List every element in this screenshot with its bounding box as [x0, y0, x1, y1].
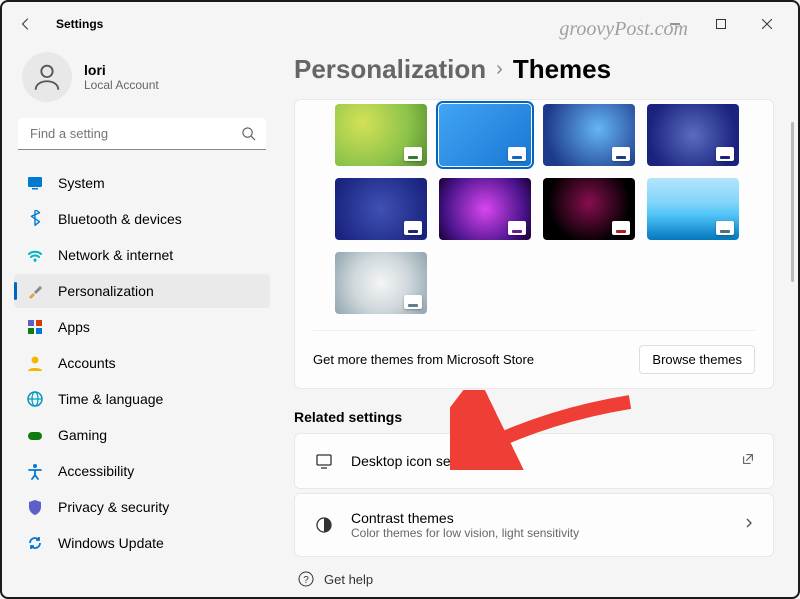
svg-text:?: ?	[303, 575, 309, 586]
theme-thumbnail[interactable]	[335, 178, 427, 240]
sidebar-item-system[interactable]: System	[14, 166, 270, 200]
breadcrumb-current: Themes	[513, 54, 611, 85]
theme-swatch	[612, 221, 630, 235]
maximize-button[interactable]	[698, 8, 744, 40]
minimize-icon	[670, 19, 680, 29]
theme-thumbnail[interactable]	[439, 178, 531, 240]
display-icon	[26, 174, 44, 192]
theme-thumbnail[interactable]	[543, 178, 635, 240]
theme-thumbnail[interactable]	[335, 252, 427, 314]
bluetooth-icon	[26, 210, 44, 228]
person-icon	[26, 354, 44, 372]
shield-icon	[26, 498, 44, 516]
globe-icon	[26, 390, 44, 408]
gamepad-icon	[26, 426, 44, 444]
theme-thumbnail[interactable]	[647, 178, 739, 240]
sidebar-item-label: Gaming	[58, 427, 107, 443]
theme-thumbnail[interactable]	[647, 104, 739, 166]
get-help-label: Get help	[324, 572, 373, 587]
breadcrumb-parent[interactable]: Personalization	[294, 54, 486, 85]
scrollbar-thumb[interactable]	[791, 122, 794, 282]
setting-title: Contrast themes	[351, 510, 727, 526]
theme-swatch	[404, 221, 422, 235]
maximize-icon	[716, 19, 726, 29]
theme-swatch	[404, 147, 422, 161]
close-icon	[762, 19, 772, 29]
chevron-right-icon	[743, 517, 755, 529]
sidebar-item-label: Bluetooth & devices	[58, 211, 182, 227]
profile[interactable]: lori Local Account	[14, 46, 270, 118]
person-icon	[30, 60, 64, 94]
setting-row-contrast[interactable]: Contrast themesColor themes for low visi…	[294, 493, 774, 557]
get-help-link[interactable]: ? Get help	[294, 561, 774, 587]
sidebar-item-label: System	[58, 175, 105, 191]
store-row: Get more themes from Microsoft Store Bro…	[313, 330, 755, 374]
nav-list: System Bluetooth & devices Network & inter…	[14, 166, 270, 560]
sidebar-item-label: Privacy & security	[58, 499, 169, 515]
avatar	[22, 52, 72, 102]
sidebar-item-update[interactable]: Windows Update	[14, 526, 270, 560]
sidebar-item-accessibility[interactable]: Accessibility	[14, 454, 270, 488]
sidebar-item-personalization[interactable]: Personalization	[14, 274, 270, 308]
app-title: Settings	[56, 17, 103, 31]
profile-sub: Local Account	[84, 78, 159, 92]
theme-swatch	[716, 147, 734, 161]
help-icon: ?	[298, 571, 314, 587]
close-button[interactable]	[744, 8, 790, 40]
sidebar-item-label: Network & internet	[58, 247, 173, 263]
sidebar-item-bluetooth[interactable]: Bluetooth & devices	[14, 202, 270, 236]
sidebar-item-label: Windows Update	[58, 535, 164, 551]
sidebar-item-privacy[interactable]: Privacy & security	[14, 490, 270, 524]
back-button[interactable]	[10, 8, 42, 40]
store-text: Get more themes from Microsoft Store	[313, 352, 534, 367]
chevron-right-icon: ›	[496, 58, 503, 81]
related-settings-title: Related settings	[294, 409, 774, 425]
search-icon	[241, 126, 256, 146]
setting-title: Desktop icon settings	[351, 453, 725, 469]
grid-icon	[26, 318, 44, 336]
sidebar-item-label: Apps	[58, 319, 90, 335]
setting-row-desktop-icons[interactable]: Desktop icon settings	[294, 433, 774, 489]
setting-sub: Color themes for low vision, light sensi…	[351, 526, 727, 540]
profile-name: lori	[84, 62, 159, 78]
theme-swatch	[612, 147, 630, 161]
main-panel: Personalization › Themes Get more themes…	[282, 46, 798, 597]
sidebar-item-network[interactable]: Network & internet	[14, 238, 270, 272]
theme-swatch	[508, 221, 526, 235]
theme-swatch	[508, 147, 526, 161]
search-box	[18, 118, 266, 150]
sidebar-item-time[interactable]: Time & language	[14, 382, 270, 416]
wifi-icon	[26, 246, 44, 264]
brush-icon	[26, 282, 44, 300]
sidebar-item-apps[interactable]: Apps	[14, 310, 270, 344]
sidebar-item-accounts[interactable]: Accounts	[14, 346, 270, 380]
sidebar-item-label: Time & language	[58, 391, 163, 407]
arrow-left-icon	[19, 17, 33, 31]
external-link-icon	[741, 452, 755, 466]
theme-swatch	[404, 295, 422, 309]
accessibility-icon	[26, 462, 44, 480]
themes-panel: Get more themes from Microsoft Store Bro…	[294, 99, 774, 389]
sidebar-item-gaming[interactable]: Gaming	[14, 418, 270, 452]
minimize-button[interactable]	[652, 8, 698, 40]
browse-themes-button[interactable]: Browse themes	[639, 345, 755, 374]
monitor-icon	[313, 450, 335, 472]
sync-icon	[26, 534, 44, 552]
theme-thumbnail[interactable]	[335, 104, 427, 166]
contrast-icon	[313, 514, 335, 536]
search-input[interactable]	[18, 118, 266, 150]
theme-thumbnail[interactable]	[439, 104, 531, 166]
titlebar: Settings	[2, 2, 798, 46]
theme-grid	[335, 104, 755, 314]
sidebar-item-label: Accounts	[58, 355, 116, 371]
theme-swatch	[716, 221, 734, 235]
sidebar: lori Local Account System Bluetooth & dev…	[2, 46, 282, 597]
theme-thumbnail[interactable]	[543, 104, 635, 166]
sidebar-item-label: Personalization	[58, 283, 154, 299]
scrollbar[interactable]	[790, 50, 794, 593]
sidebar-item-label: Accessibility	[58, 463, 134, 479]
breadcrumb: Personalization › Themes	[294, 54, 774, 85]
